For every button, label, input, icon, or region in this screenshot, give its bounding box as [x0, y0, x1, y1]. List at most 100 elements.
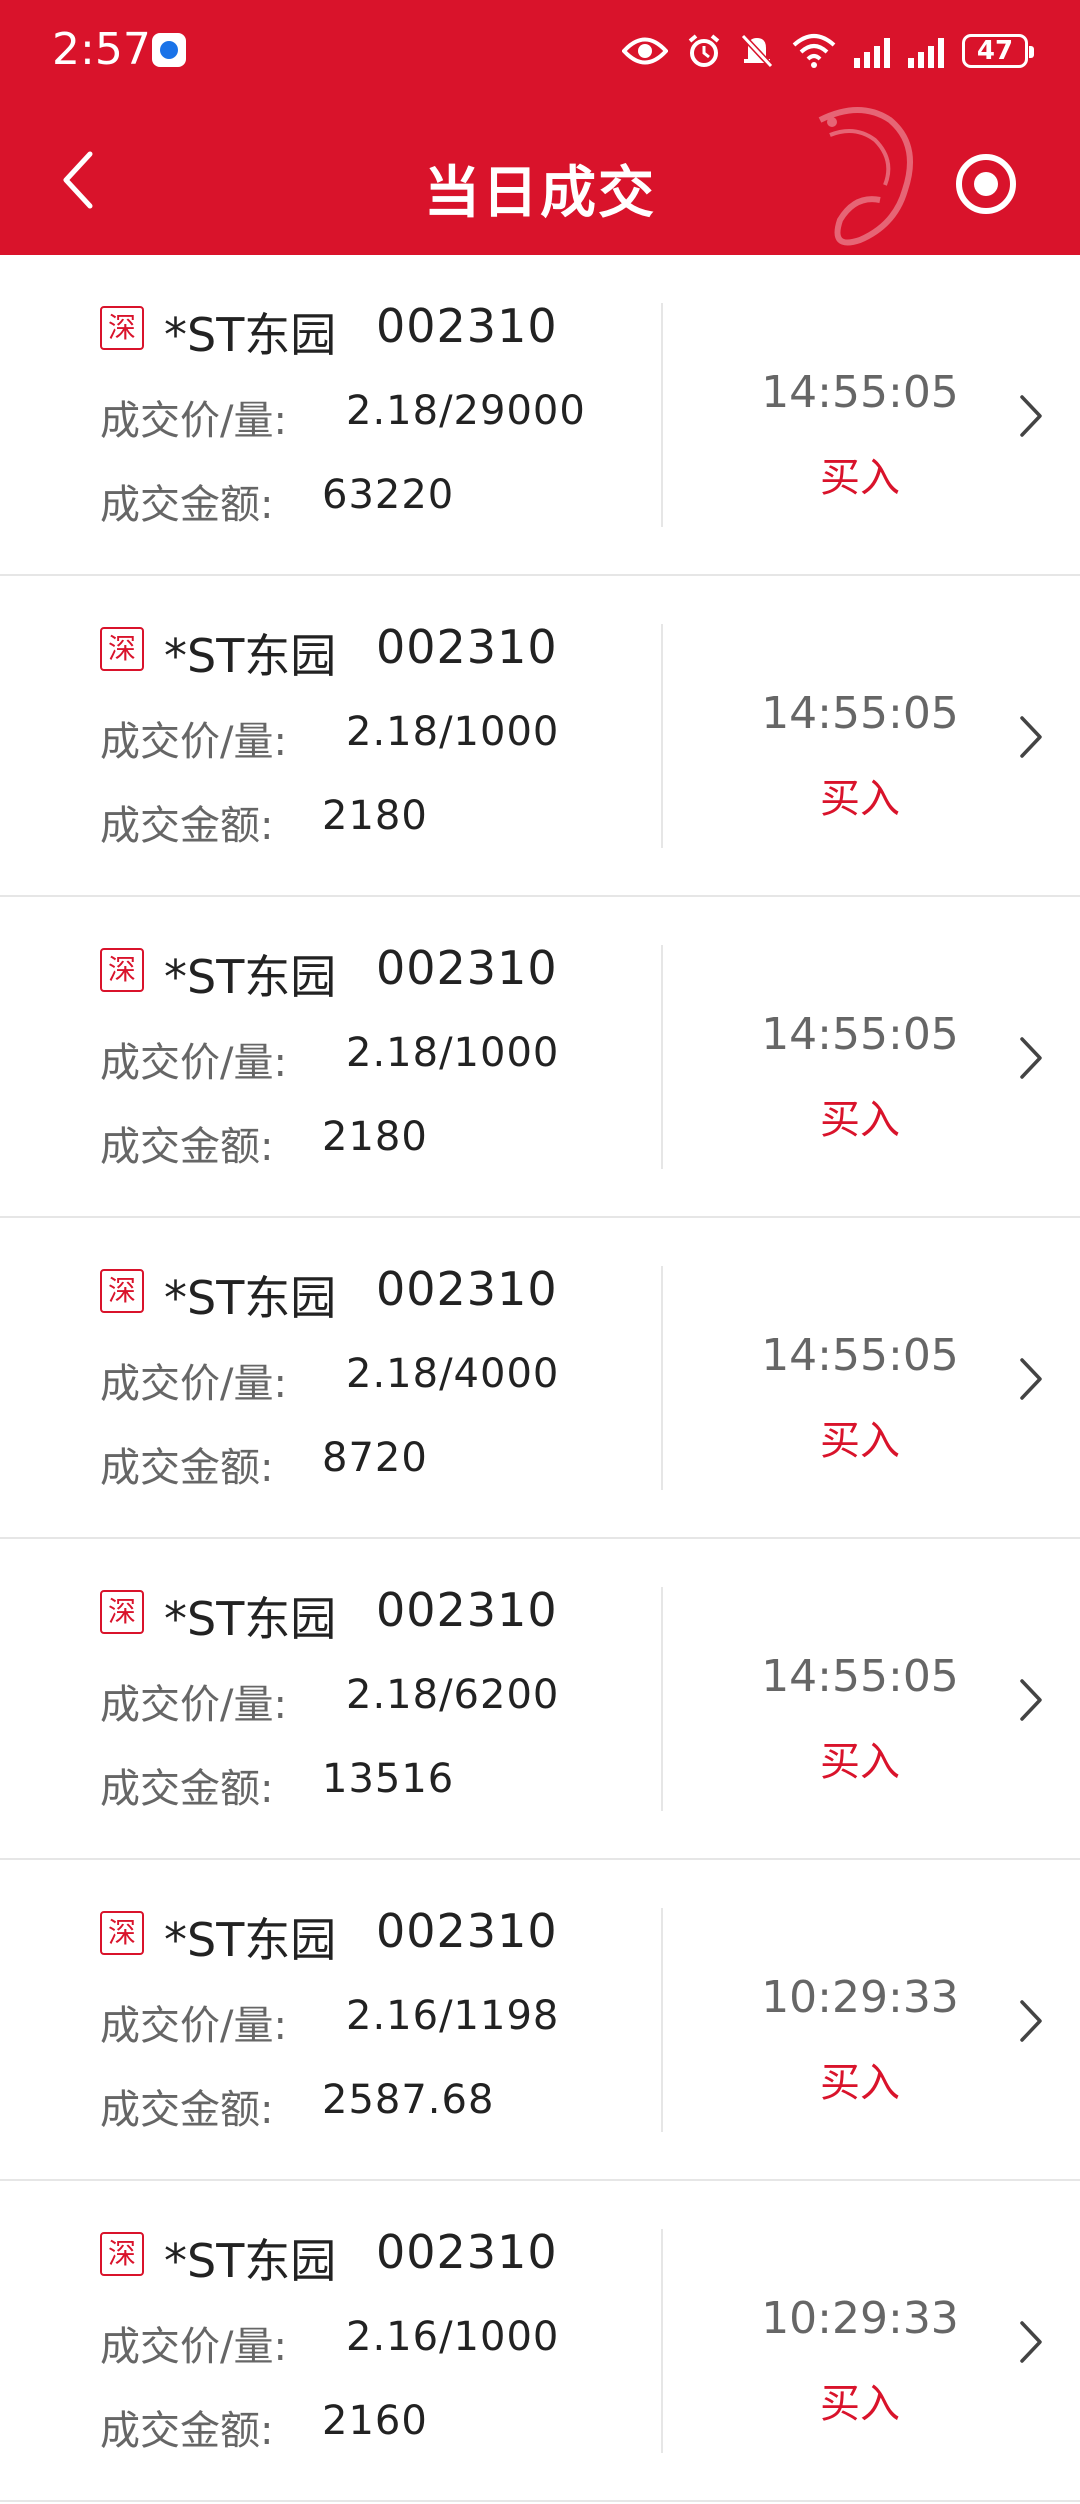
stock-name: *ST东园 — [164, 629, 337, 683]
signal-icon — [908, 34, 944, 68]
trade-row[interactable]: 深 *ST东园 002310 成交价/量: 2.18/4000 成交金额: 87… — [0, 1218, 1080, 1539]
chevron-right-icon[interactable] — [1016, 2317, 1046, 2367]
stock-code: 002310 — [376, 1904, 558, 1958]
price-qty-value: 2.16/1198 — [346, 1993, 560, 2039]
status-time: 2:57 — [52, 24, 151, 75]
price-qty-value: 2.18/29000 — [346, 388, 586, 434]
stock-name: *ST东园 — [164, 950, 337, 1004]
row-divider — [661, 303, 663, 527]
row-divider — [661, 1587, 663, 1811]
trade-side: 买入 — [820, 2060, 900, 2106]
row-divider — [661, 1908, 663, 2132]
amount-value: 2587.68 — [322, 2077, 495, 2123]
stock-name: *ST东园 — [164, 308, 337, 362]
trade-time: 14:55:05 — [761, 367, 959, 418]
stock-code: 002310 — [376, 941, 558, 995]
trade-side: 买入 — [820, 1097, 900, 1143]
price-qty-value: 2.18/4000 — [346, 1351, 560, 1397]
trade-time: 10:29:33 — [761, 1972, 959, 2023]
price-qty-label: 成交价/量: — [100, 1040, 287, 1086]
app-header: 2:57 47 当日成交 — [0, 0, 1080, 255]
market-badge: 深 — [100, 627, 144, 671]
row-divider — [661, 2229, 663, 2453]
amount-value: 13516 — [322, 1756, 455, 1802]
trade-side: 买入 — [820, 455, 900, 501]
amount-value: 63220 — [322, 472, 455, 518]
stock-code: 002310 — [376, 1583, 558, 1637]
row-divider — [661, 945, 663, 1169]
trade-side: 买入 — [820, 2381, 900, 2427]
wifi-icon — [792, 34, 836, 68]
trade-side: 买入 — [820, 1739, 900, 1785]
market-badge: 深 — [100, 1590, 144, 1634]
bell-off-icon — [740, 33, 774, 69]
row-divider — [661, 1266, 663, 1490]
stock-name: *ST东园 — [164, 2234, 337, 2288]
trade-time: 14:55:05 — [761, 688, 959, 739]
price-qty-label: 成交价/量: — [100, 2003, 287, 2049]
amount-label: 成交金额: — [100, 1445, 274, 1491]
price-qty-label: 成交价/量: — [100, 398, 287, 444]
chevron-right-icon[interactable] — [1016, 391, 1046, 441]
trade-list: 深 *ST东园 002310 成交价/量: 2.18/29000 成交金额: 6… — [0, 255, 1080, 2502]
stock-name: *ST东园 — [164, 1913, 337, 1967]
stock-code: 002310 — [376, 299, 558, 353]
target-icon[interactable] — [954, 152, 1018, 216]
battery-icon: 47 — [962, 34, 1034, 68]
trade-row[interactable]: 深 *ST东园 002310 成交价/量: 2.16/1000 成交金额: 21… — [0, 2181, 1080, 2502]
market-badge: 深 — [100, 306, 144, 350]
amount-label: 成交金额: — [100, 803, 274, 849]
trade-row[interactable]: 深 *ST东园 002310 成交价/量: 2.18/6200 成交金额: 13… — [0, 1539, 1080, 1860]
signal-icon — [854, 34, 890, 68]
status-icons: 47 — [622, 26, 1034, 76]
amount-label: 成交金额: — [100, 2087, 274, 2133]
chevron-right-icon[interactable] — [1016, 1033, 1046, 1083]
market-badge: 深 — [100, 2232, 144, 2276]
chevron-right-icon[interactable] — [1016, 712, 1046, 762]
stock-name: *ST东园 — [164, 1271, 337, 1325]
row-divider — [661, 624, 663, 848]
amount-value: 2180 — [322, 793, 428, 839]
trade-side: 买入 — [820, 776, 900, 822]
stock-name: *ST东园 — [164, 1592, 337, 1646]
dragon-logo-icon — [818, 107, 913, 246]
market-badge: 深 — [100, 1269, 144, 1313]
battery-level: 47 — [976, 36, 1014, 66]
notification-app-icon — [152, 33, 186, 67]
nav-bar: 当日成交 — [0, 100, 1080, 255]
price-qty-label: 成交价/量: — [100, 719, 287, 765]
chevron-right-icon[interactable] — [1016, 1996, 1046, 2046]
status-bar: 2:57 47 — [0, 0, 1080, 100]
chevron-right-icon[interactable] — [1016, 1354, 1046, 1404]
trade-time: 14:55:05 — [761, 1330, 959, 1381]
trade-row[interactable]: 深 *ST东园 002310 成交价/量: 2.16/1198 成交金额: 25… — [0, 1860, 1080, 2181]
amount-value: 8720 — [322, 1435, 428, 1481]
stock-code: 002310 — [376, 620, 558, 674]
amount-label: 成交金额: — [100, 482, 274, 528]
amount-value: 2180 — [322, 1114, 428, 1160]
eye-icon — [622, 37, 668, 65]
trade-time: 10:29:33 — [761, 2293, 959, 2344]
amount-label: 成交金额: — [100, 1766, 274, 1812]
trade-row[interactable]: 深 *ST东园 002310 成交价/量: 2.18/29000 成交金额: 6… — [0, 255, 1080, 576]
trade-time: 14:55:05 — [761, 1009, 959, 1060]
market-badge: 深 — [100, 948, 144, 992]
price-qty-value: 2.18/1000 — [346, 709, 560, 755]
market-badge: 深 — [100, 1911, 144, 1955]
amount-value: 2160 — [322, 2398, 428, 2444]
price-qty-label: 成交价/量: — [100, 1682, 287, 1728]
price-qty-value: 2.18/1000 — [346, 1030, 560, 1076]
trade-row[interactable]: 深 *ST东园 002310 成交价/量: 2.18/1000 成交金额: 21… — [0, 576, 1080, 897]
amount-label: 成交金额: — [100, 1124, 274, 1170]
chevron-right-icon[interactable] — [1016, 1675, 1046, 1725]
price-qty-value: 2.18/6200 — [346, 1672, 560, 1718]
stock-code: 002310 — [376, 1262, 558, 1316]
trade-row[interactable]: 深 *ST东园 002310 成交价/量: 2.18/1000 成交金额: 21… — [0, 897, 1080, 1218]
price-qty-label: 成交价/量: — [100, 2324, 287, 2370]
price-qty-label: 成交价/量: — [100, 1361, 287, 1407]
amount-label: 成交金额: — [100, 2408, 274, 2454]
stock-code: 002310 — [376, 2225, 558, 2279]
trade-time: 14:55:05 — [761, 1651, 959, 1702]
price-qty-value: 2.16/1000 — [346, 2314, 560, 2360]
trade-side: 买入 — [820, 1418, 900, 1464]
